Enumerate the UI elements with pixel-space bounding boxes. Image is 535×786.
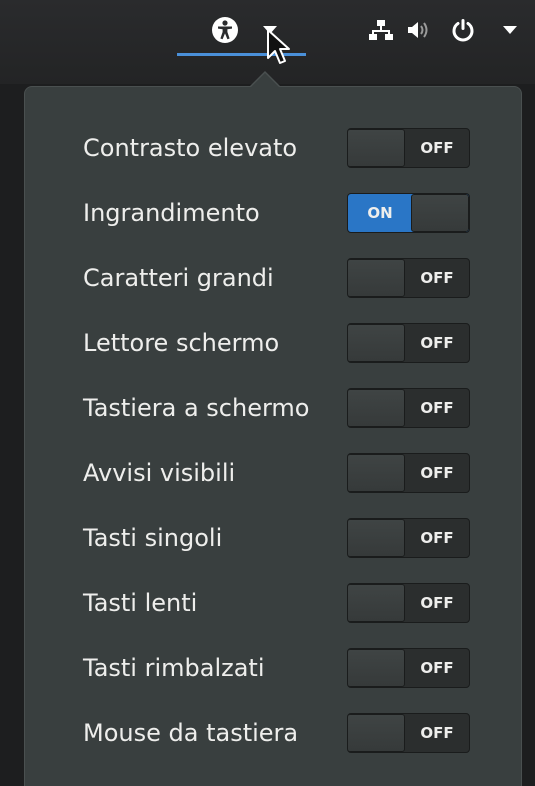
menu-item-large-text[interactable]: Caratteri grandi OFF [25, 256, 523, 300]
menu-item-label: Lettore schermo [83, 329, 280, 357]
menu-item-visual-alerts[interactable]: Avvisi visibili OFF [25, 451, 523, 495]
screen-reader-switch[interactable]: OFF [347, 323, 470, 363]
zoom-switch[interactable]: ON [347, 193, 470, 233]
accessibility-icon [210, 15, 240, 45]
switch-knob[interactable] [348, 324, 405, 362]
menu-item-label: Avvisi visibili [83, 459, 236, 487]
menu-item-label: Tasti lenti [83, 589, 198, 617]
large-text-switch[interactable]: OFF [347, 258, 470, 298]
menu-item-mouse-keys[interactable]: Mouse da tastiera OFF [25, 711, 523, 755]
switch-knob[interactable] [411, 194, 469, 232]
switch-state-label: OFF [420, 139, 454, 157]
menu-item-screen-reader[interactable]: Lettore schermo OFF [25, 321, 523, 365]
menu-item-label: Tasti singoli [83, 524, 223, 552]
switch-state-label: OFF [420, 724, 454, 742]
system-menu-dropdown[interactable] [498, 16, 522, 44]
switch-state-label: OFF [420, 269, 454, 287]
switch-state-label: OFF [420, 529, 454, 547]
switch-knob[interactable] [348, 649, 405, 687]
switch-state-label: ON [367, 204, 393, 222]
switch-state-label: OFF [420, 594, 454, 612]
accessibility-menu-button[interactable] [208, 16, 242, 44]
switch-state-label: OFF [420, 399, 454, 417]
sticky-keys-switch[interactable]: OFF [347, 518, 470, 558]
switch-knob[interactable] [348, 584, 405, 622]
menu-item-label: Mouse da tastiera [83, 719, 299, 747]
menu-item-bounce-keys[interactable]: Tasti rimbalzati OFF [25, 646, 523, 690]
visual-alerts-switch[interactable]: OFF [347, 453, 470, 493]
mouse-keys-switch[interactable]: OFF [347, 713, 470, 753]
volume-icon [406, 19, 432, 41]
menu-arrow [251, 73, 279, 87]
power-indicator[interactable] [448, 16, 478, 44]
screen-keyboard-switch[interactable]: OFF [347, 388, 470, 428]
menu-item-label: Caratteri grandi [83, 264, 274, 292]
high-contrast-switch[interactable]: OFF [347, 128, 470, 168]
bounce-keys-switch[interactable]: OFF [347, 648, 470, 688]
switch-knob[interactable] [348, 454, 405, 492]
switch-state-label: OFF [420, 464, 454, 482]
switch-state-label: OFF [420, 659, 454, 677]
menu-item-sticky-keys[interactable]: Tasti singoli OFF [25, 516, 523, 560]
switch-knob[interactable] [348, 259, 405, 297]
volume-indicator[interactable] [404, 16, 434, 44]
network-wired-icon [368, 18, 394, 42]
mouse-cursor-icon [266, 28, 292, 72]
menu-item-label: Tastiera a schermo [83, 394, 310, 422]
switch-knob[interactable] [348, 519, 405, 557]
switch-knob[interactable] [348, 714, 405, 752]
menu-item-high-contrast[interactable]: Contrasto elevato OFF [25, 126, 523, 170]
menu-item-label: Tasti rimbalzati [83, 654, 265, 682]
power-icon [450, 17, 476, 43]
network-indicator[interactable] [366, 16, 396, 44]
accessibility-menu: Contrasto elevato OFF Ingrandimento ON C… [24, 71, 523, 786]
menu-item-zoom[interactable]: Ingrandimento ON [25, 191, 523, 235]
slow-keys-switch[interactable]: OFF [347, 583, 470, 623]
switch-knob[interactable] [348, 389, 405, 427]
switch-state-label: OFF [420, 334, 454, 352]
menu-item-slow-keys[interactable]: Tasti lenti OFF [25, 581, 523, 625]
menu-item-screen-keyboard[interactable]: Tastiera a schermo OFF [25, 386, 523, 430]
system-menu-arrow-icon [502, 24, 518, 36]
menu-item-label: Ingrandimento [83, 199, 260, 227]
menu-item-label: Contrasto elevato [83, 134, 298, 162]
switch-knob[interactable] [348, 129, 405, 167]
